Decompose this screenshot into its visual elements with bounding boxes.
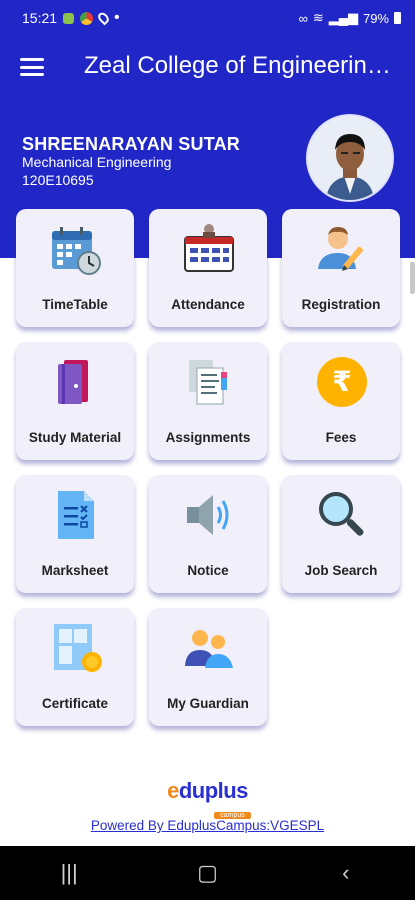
- wifi-icon: ≋: [312, 10, 324, 25]
- guardian-icon: [185, 630, 233, 668]
- battery-icon: [394, 12, 401, 24]
- tile-job-search[interactable]: Job Search: [282, 475, 400, 593]
- svg-text:₹: ₹: [332, 365, 351, 398]
- tile-study-material[interactable]: Study Material: [16, 342, 134, 460]
- rupee-icon: ₹: [317, 357, 367, 407]
- tile-registration[interactable]: Registration: [282, 209, 400, 327]
- student-name: SHREENARAYAN SUTAR: [22, 134, 240, 154]
- calendar-clock-icon: [52, 227, 101, 275]
- android-nav-bar: ||| ▢ ‹: [0, 846, 415, 900]
- tile-label: Registration: [301, 297, 381, 312]
- chrome-icon: [80, 11, 94, 25]
- home-icon[interactable]: ▢: [177, 860, 237, 886]
- status-bar: 15:21 • ∞ ≋ ▂▄▆ 79%: [0, 0, 415, 36]
- tile-my-guardian[interactable]: My Guardian: [149, 608, 267, 726]
- books-icon: [58, 360, 88, 404]
- notification-dot-icon: •: [114, 9, 120, 26]
- scrollbar[interactable]: [410, 262, 415, 294]
- menu-icon[interactable]: [20, 58, 44, 76]
- tile-notice[interactable]: Notice: [149, 475, 267, 593]
- eduplus-logo: eeduplusduplus campus: [0, 778, 415, 822]
- marksheet-icon: [58, 491, 94, 539]
- powered-by-link[interactable]: Powered By EduplusCampus:VGESPL: [0, 818, 415, 833]
- location-icon: [96, 10, 111, 26]
- tile-label: My Guardian: [167, 696, 249, 711]
- tile-marksheet[interactable]: Marksheet: [16, 475, 134, 593]
- page-title: Zeal College of Engineering and Research: [84, 52, 400, 79]
- documents-icon: [189, 360, 227, 405]
- battery-percent: 79%: [362, 10, 389, 26]
- tile-label: Study Material: [28, 430, 122, 445]
- tile-label: TimeTable: [42, 297, 108, 312]
- student-id: 120E10695: [22, 172, 94, 188]
- tile-certificate[interactable]: Certificate: [16, 608, 134, 726]
- tile-attendance[interactable]: Attendance: [149, 209, 267, 327]
- certificate-icon: [54, 624, 102, 672]
- tile-label: Certificate: [41, 696, 109, 711]
- tile-label: Fees: [325, 430, 357, 445]
- android-icon: [63, 12, 75, 24]
- menu-grid: TimeTable Attendance Registration Study …: [16, 209, 400, 726]
- user-pencil-icon: [318, 227, 364, 271]
- tile-fees[interactable]: ₹ Fees: [282, 342, 400, 460]
- tile-label: Marksheet: [41, 563, 109, 578]
- status-time: 15:21: [22, 10, 58, 26]
- magnifier-icon: [319, 492, 364, 536]
- tile-timetable[interactable]: TimeTable: [16, 209, 134, 327]
- tile-label: Job Search: [304, 563, 378, 578]
- tile-label: Assignments: [165, 430, 251, 445]
- tile-label: Attendance: [171, 297, 245, 312]
- avatar[interactable]: [308, 116, 392, 200]
- speaker-icon: [187, 495, 229, 535]
- signal-icon: ▂▄▆: [328, 10, 358, 25]
- tile-label: Notice: [187, 563, 229, 578]
- link-icon: ∞: [298, 10, 308, 26]
- tile-assignments[interactable]: Assignments: [149, 342, 267, 460]
- attendance-register-icon: [184, 224, 234, 272]
- student-branch: Mechanical Engineering: [22, 154, 172, 170]
- recent-apps-icon[interactable]: |||: [39, 860, 99, 886]
- back-icon[interactable]: ‹: [316, 860, 376, 886]
